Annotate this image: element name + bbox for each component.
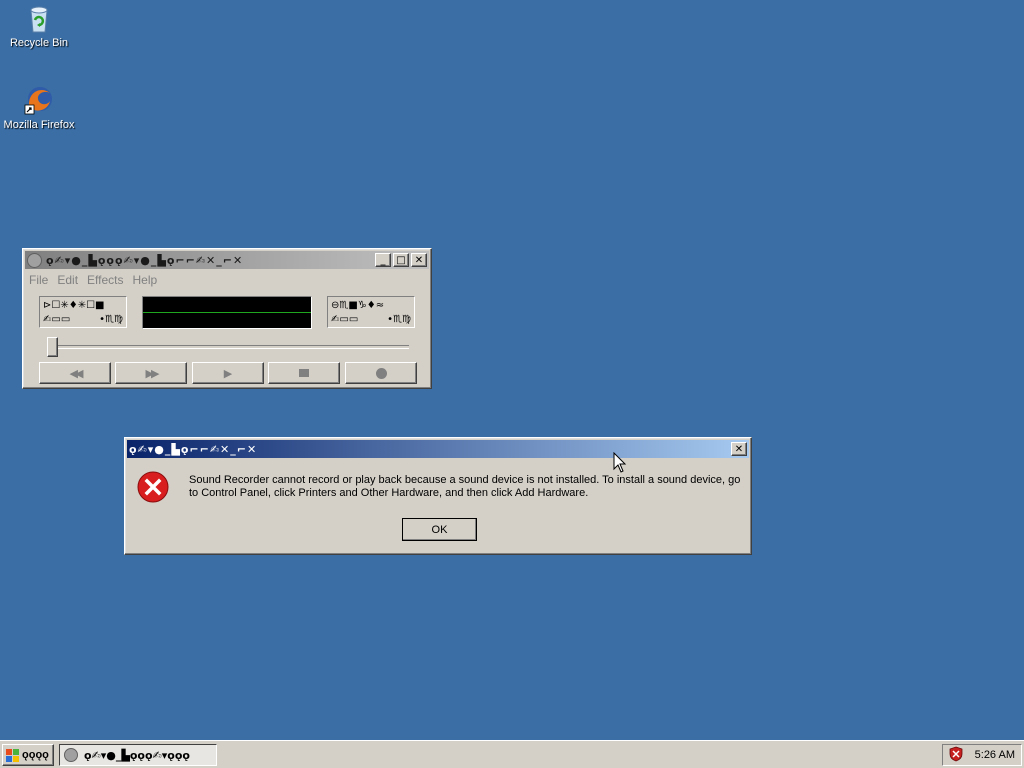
taskbar: ǫǫǫǫ ǫ✍▾●_▙ǫǫǫ✍▾ǫǫǫ 5:26 AM [0, 740, 1024, 768]
slider-thumb[interactable] [47, 337, 58, 357]
window-titlebar[interactable]: ǫ✍▾●_▙ǫǫǫ✍▾●_▙ǫ⌐⌐✍✕_⌐✕ _ □ ✕ [25, 251, 429, 269]
menu-file[interactable]: File [29, 273, 48, 287]
menu-help[interactable]: Help [133, 273, 158, 287]
position-readout: ⊳☐✳♦✳☐■ ✍▭▭ •♏♍ [39, 296, 127, 328]
taskbar-item-label: ǫ✍▾●_▙ǫǫǫ✍▾ǫǫǫ [84, 748, 190, 762]
error-dialog: ǫ✍▾●_▙ǫ⌐⌐✍✕_⌐✕ ✕ Sound Recorder cannot r… [124, 437, 752, 555]
length-readout: ⊖♏■♑♦≈ ✍▭▭ •♏♍ [327, 296, 415, 328]
position-unit: •♏♍ [99, 314, 123, 325]
dialog-close-button[interactable]: ✕ [731, 442, 747, 456]
record-icon [375, 367, 387, 379]
sound-recorder-app-icon [27, 252, 42, 268]
ok-button[interactable]: OK [402, 518, 477, 541]
stop-button[interactable] [268, 362, 340, 384]
waveform-display [142, 296, 312, 329]
position-value: ✍▭▭ [43, 314, 71, 325]
error-message: Sound Recorder cannot record or play bac… [189, 474, 741, 499]
mouse-cursor-icon [613, 451, 627, 477]
desktop-icon-recycle-bin[interactable]: Recycle Bin [1, 2, 77, 49]
dialog-title: ǫ✍▾●_▙ǫ⌐⌐✍✕_⌐✕ [129, 442, 258, 456]
seek-to-start-button[interactable]: ◀◀ [39, 362, 111, 384]
sound-recorder-taskbar-icon [64, 748, 78, 762]
stop-icon [299, 369, 309, 377]
window-title: ǫ✍▾●_▙ǫǫǫ✍▾●_▙ǫ⌐⌐✍✕_⌐✕ [46, 253, 244, 267]
system-tray: 5:26 AM [942, 744, 1022, 766]
start-button[interactable]: ǫǫǫǫ [2, 744, 54, 766]
slider-track [47, 345, 409, 349]
desktop-icon-firefox[interactable]: Mozilla Firefox [1, 84, 77, 131]
length-value: ✍▭▭ [331, 314, 359, 325]
desktop-icon-label: Mozilla Firefox [3, 119, 75, 131]
menu-edit[interactable]: Edit [57, 273, 78, 287]
taskbar-item-sound-recorder[interactable]: ǫ✍▾●_▙ǫǫǫ✍▾ǫǫǫ [59, 744, 217, 766]
length-unit: •♏♍ [387, 314, 411, 325]
ok-button-label: OK [431, 523, 448, 536]
recycle-bin-icon [23, 2, 55, 34]
menu-bar: File Edit Effects Help [23, 271, 431, 289]
waveform-line [143, 312, 311, 313]
desktop-icon-label: Recycle Bin [9, 37, 69, 49]
record-button[interactable] [345, 362, 417, 384]
position-label: ⊳☐✳♦✳☐■ [43, 300, 105, 311]
play-icon: ▶ [223, 367, 233, 380]
rewind-icon: ◀◀ [69, 367, 84, 380]
fast-forward-icon: ▶▶ [145, 367, 160, 380]
minimize-button[interactable]: _ [375, 253, 391, 267]
dialog-titlebar[interactable]: ǫ✍▾●_▙ǫ⌐⌐✍✕_⌐✕ ✕ [127, 440, 749, 458]
clock[interactable]: 5:26 AM [975, 749, 1015, 761]
security-shield-icon[interactable] [949, 746, 963, 765]
start-label: ǫǫǫǫ [22, 749, 49, 761]
menu-effects[interactable]: Effects [87, 273, 123, 287]
firefox-icon [23, 84, 55, 116]
length-label: ⊖♏■♑♦≈ [331, 300, 385, 311]
sound-recorder-window: ǫ✍▾●_▙ǫǫǫ✍▾●_▙ǫ⌐⌐✍✕_⌐✕ _ □ ✕ File Edit E… [22, 248, 432, 389]
play-button[interactable]: ▶ [192, 362, 264, 384]
close-button[interactable]: ✕ [411, 253, 427, 267]
error-icon [137, 471, 169, 503]
position-slider[interactable] [47, 337, 409, 357]
maximize-button[interactable]: □ [393, 253, 409, 267]
seek-to-end-button[interactable]: ▶▶ [115, 362, 187, 384]
windows-logo-icon [6, 748, 19, 762]
